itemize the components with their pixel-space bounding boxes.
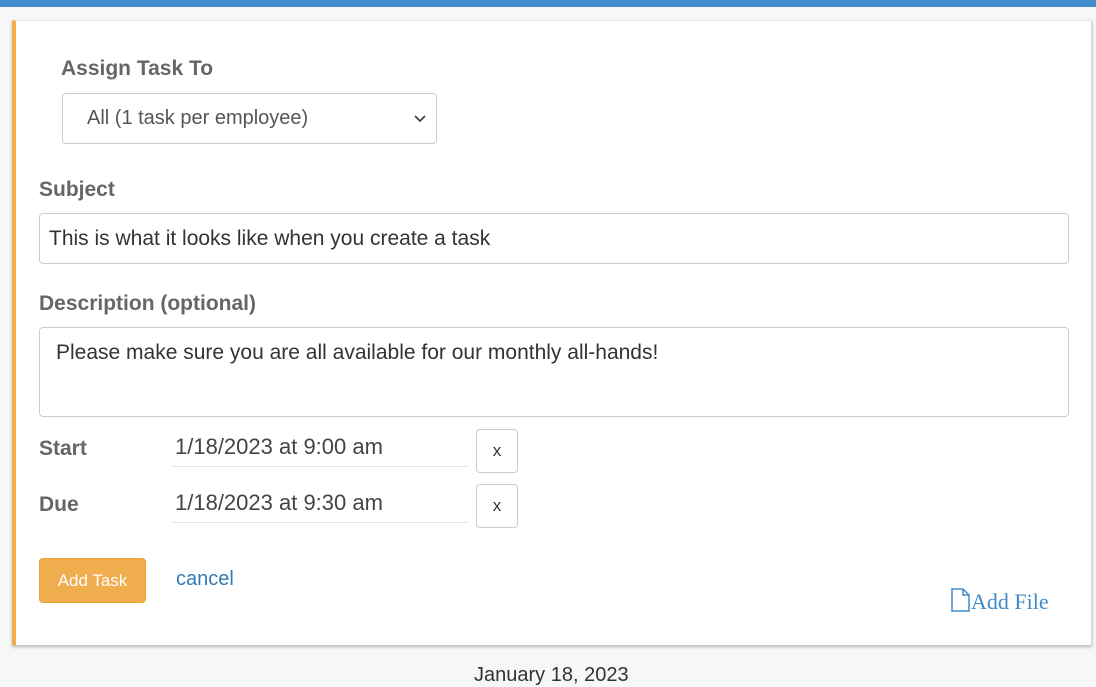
add-file-link[interactable]: Add File	[950, 588, 1049, 616]
assign-task-selected-value: All (1 task per employee)	[87, 107, 309, 129]
clear-due-button[interactable]: x	[476, 484, 518, 528]
start-date-input[interactable]: 1/18/2023 at 9:00 am	[171, 429, 469, 467]
date-heading-partial: January 18, 2023	[474, 664, 629, 686]
subject-input[interactable]: This is what it looks like when you crea…	[39, 213, 1069, 264]
add-task-form: Assign Task To All (1 task per employee)…	[12, 20, 1092, 645]
due-date-input[interactable]: 1/18/2023 at 9:30 am	[171, 485, 469, 523]
add-task-button[interactable]: Add Task	[39, 558, 146, 603]
file-icon	[951, 588, 970, 612]
cancel-link[interactable]: cancel	[176, 568, 234, 591]
assign-task-select[interactable]: All (1 task per employee)	[62, 93, 437, 144]
start-label: Start	[39, 437, 87, 460]
add-file-label: Add File	[971, 589, 1049, 614]
description-textarea[interactable]: Please make sure you are all available f…	[39, 327, 1069, 417]
due-label: Due	[39, 493, 79, 516]
chevron-down-icon	[414, 115, 426, 123]
top-bar	[0, 0, 1096, 7]
assign-task-label: Assign Task To	[61, 57, 214, 80]
description-label: Description (optional)	[39, 292, 256, 315]
clear-start-button[interactable]: x	[476, 429, 518, 473]
subject-label: Subject	[39, 178, 115, 201]
